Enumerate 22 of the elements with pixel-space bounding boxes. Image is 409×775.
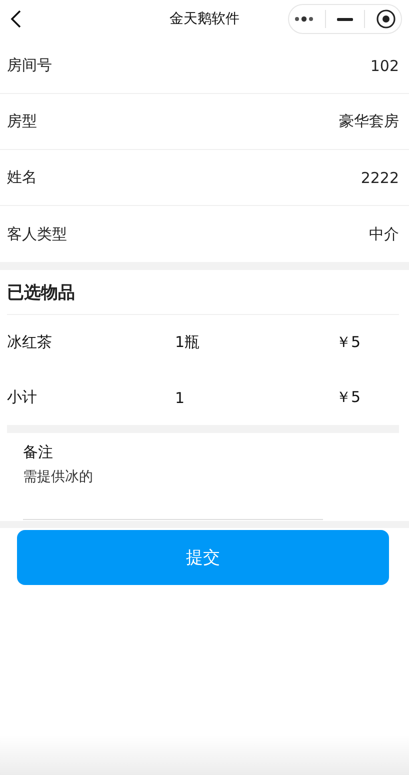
remark-label: 备注 <box>23 443 54 462</box>
item-price: ￥5 <box>336 388 362 407</box>
close-icon[interactable] <box>376 9 396 29</box>
field-label: 房间号 <box>7 56 52 75</box>
field-value: 中介 <box>369 224 399 244</box>
nav-title: 金天鹅软件 <box>170 10 240 28</box>
field-label: 姓名 <box>7 168 37 187</box>
field-value: 102 <box>370 56 399 74</box>
item-name: 冰红茶 <box>7 333 53 352</box>
field-label: 客人类型 <box>7 224 67 244</box>
section-title: 已选物品 <box>7 282 75 304</box>
remark-field[interactable]: 需提供冰的 <box>23 468 323 520</box>
field-value: 豪华套房 <box>339 112 399 131</box>
item-name: 小计 <box>7 388 38 407</box>
field-label: 房型 <box>7 112 37 131</box>
item-quantity: 1 <box>175 388 186 406</box>
item-quantity: 1瓶 <box>175 333 201 352</box>
back-icon[interactable] <box>10 9 22 29</box>
more-icon[interactable] <box>294 16 314 22</box>
field-value: 2222 <box>360 168 399 186</box>
minimize-icon[interactable] <box>336 18 353 20</box>
item-price: ￥5 <box>336 333 362 352</box>
